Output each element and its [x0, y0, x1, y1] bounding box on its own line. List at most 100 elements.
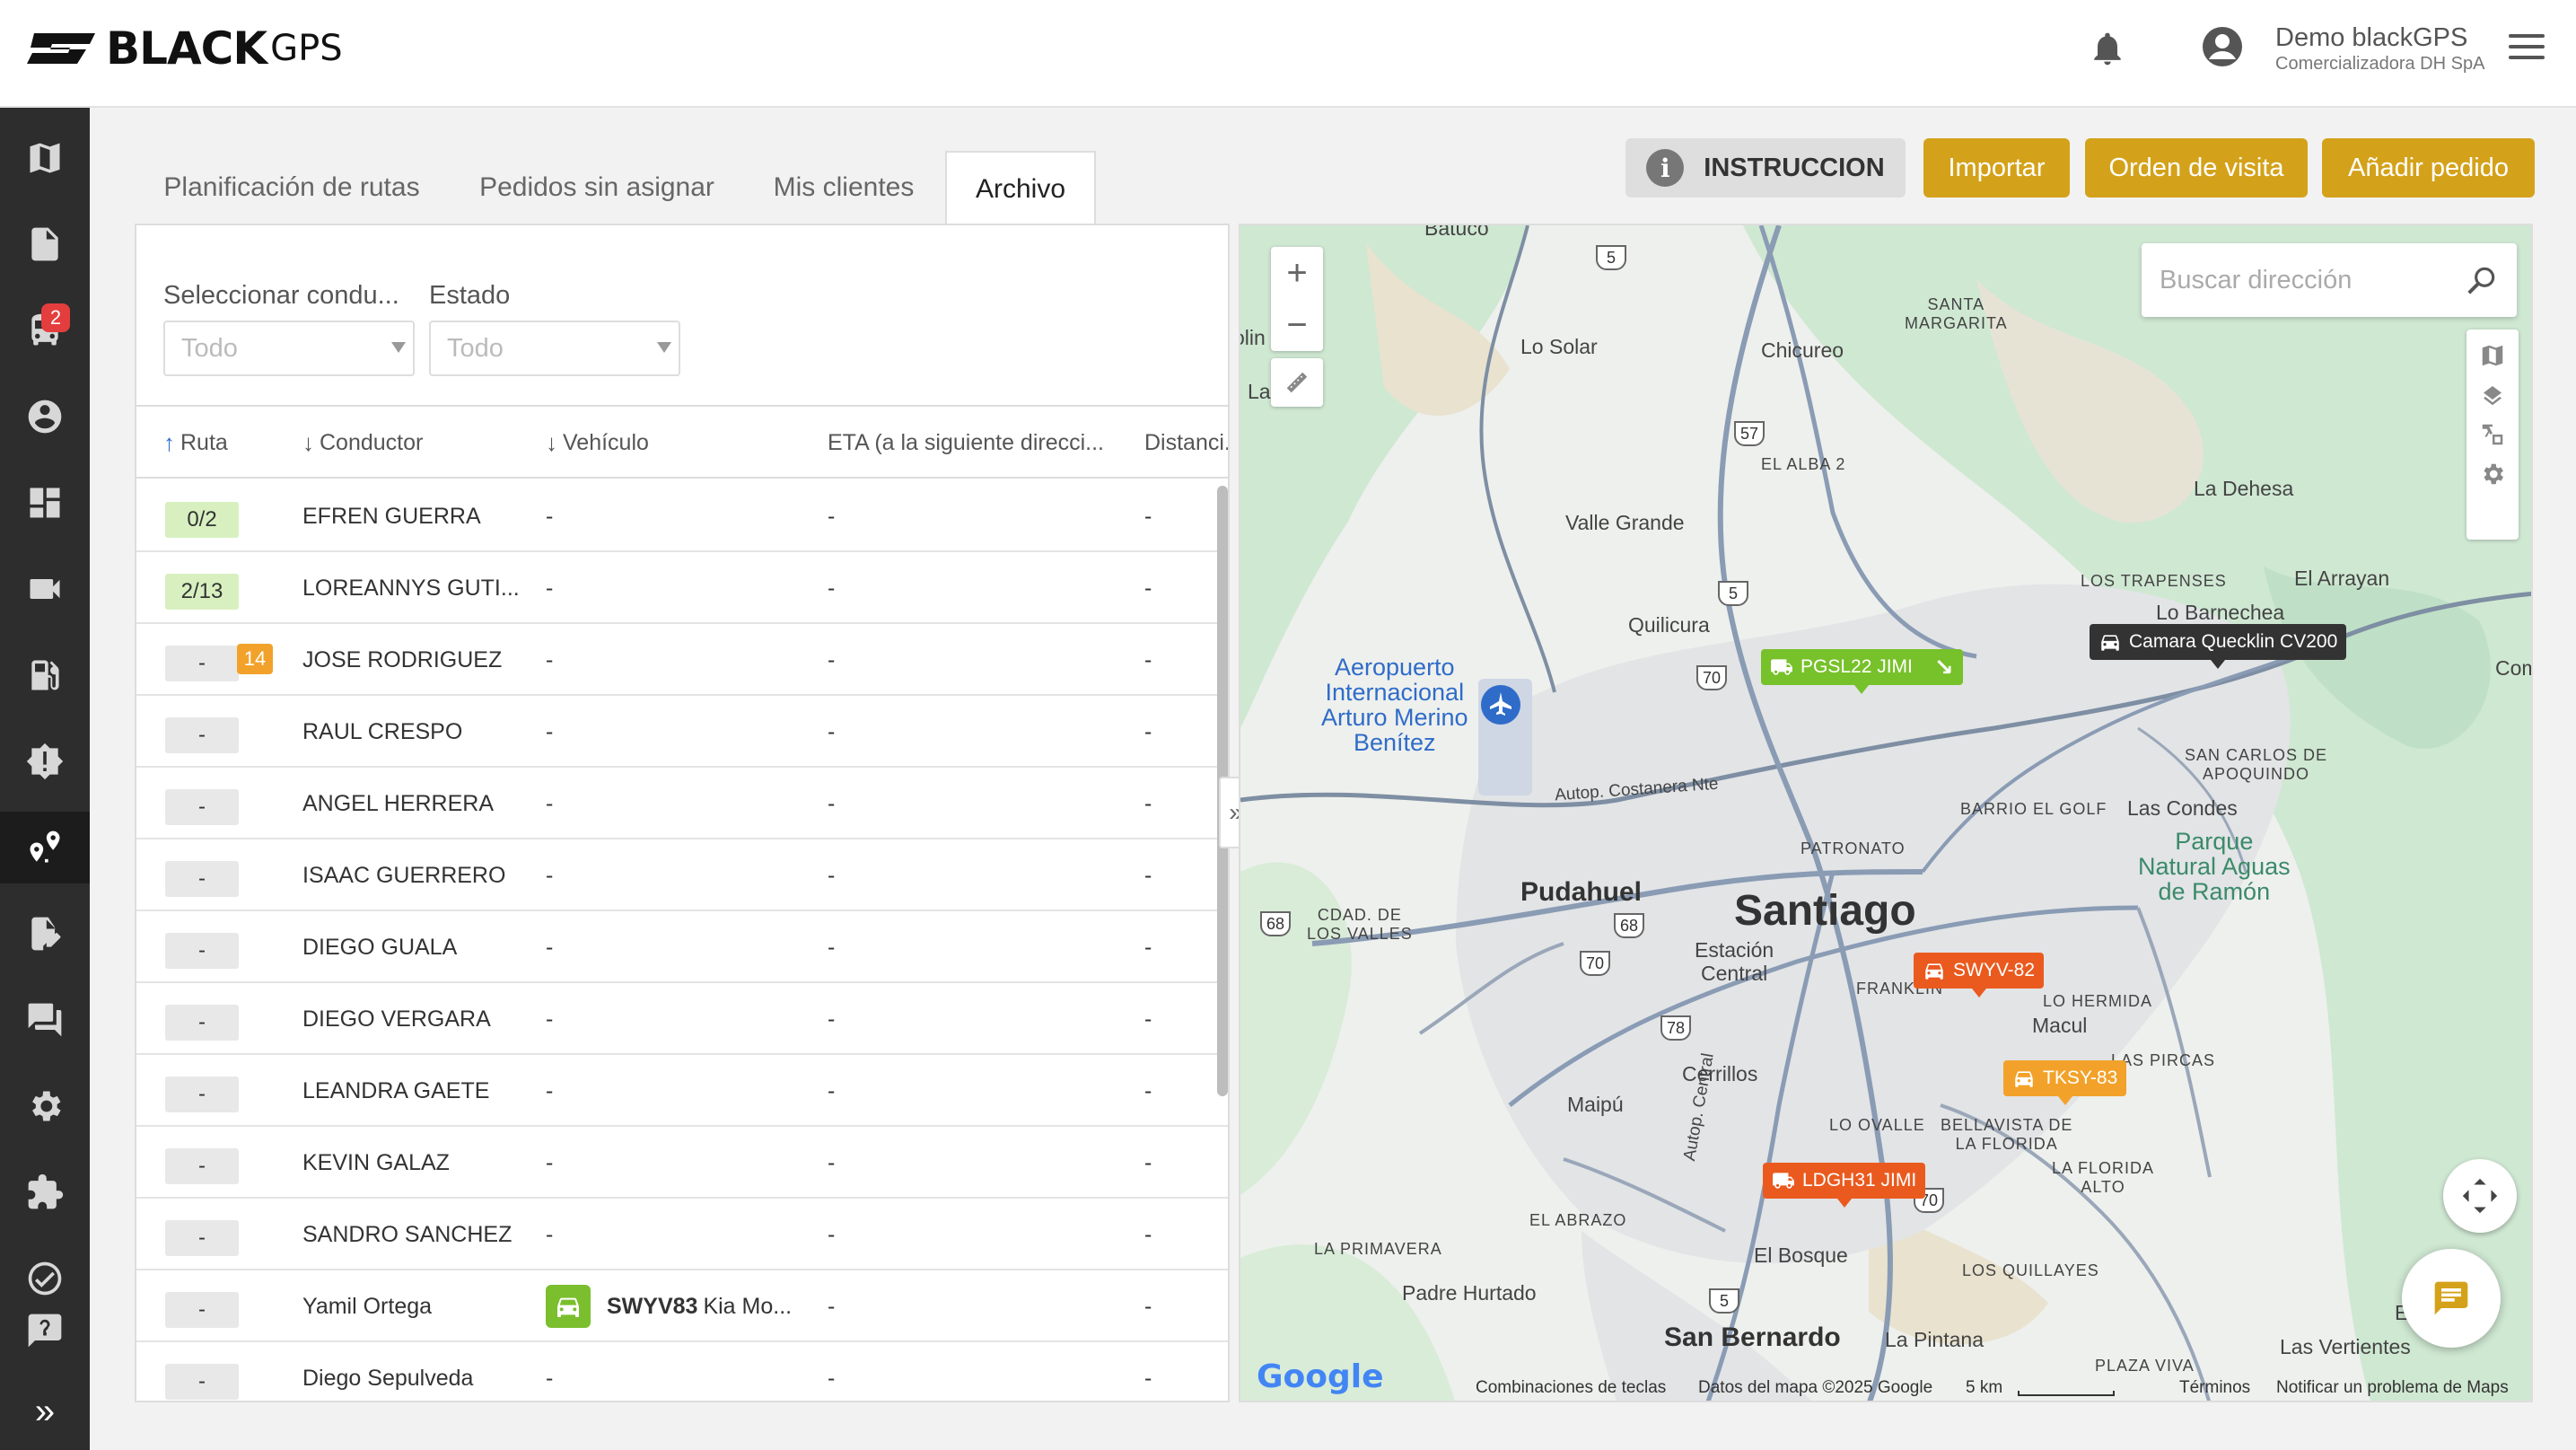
column-eta[interactable]: ETA (a la siguiente direcci... [828, 407, 1124, 479]
table-row[interactable]: - Diego Sepulveda - - - [136, 1342, 1228, 1401]
driver-name: DIEGO GUALA [302, 934, 458, 960]
table-row[interactable]: -14 JOSE RODRIGUEZ - - - [136, 624, 1228, 696]
sidebar-item-plugins[interactable] [0, 1156, 90, 1228]
sidebar-item-map[interactable] [0, 122, 90, 194]
vehicle-cell[interactable]: SWYV83 Kia Mo... [546, 1270, 815, 1342]
sidebar-item-video[interactable] [0, 553, 90, 625]
table-row[interactable]: - Yamil Ortega SWYV83 Kia Mo... - - [136, 1270, 1228, 1342]
chat-bubble-icon [2434, 1281, 2468, 1315]
vehicle-cell: - [546, 1221, 554, 1247]
table-row[interactable]: - DIEGO GUALA - - - [136, 911, 1228, 983]
sidebar-item-users[interactable] [0, 381, 90, 453]
sidebar-item-documents[interactable] [0, 208, 90, 280]
status-filter-select[interactable]: Todo [429, 321, 680, 376]
distance-cell: - [1144, 1365, 1152, 1391]
support-chat-button[interactable] [2402, 1249, 2501, 1348]
table-row[interactable]: - KEVIN GALAZ - - - [136, 1127, 1228, 1199]
eta-cell: - [828, 503, 836, 529]
map-label-ciudad-valles: CDAD. DE LOS VALLES [1307, 906, 1413, 943]
vehicle-cell: - [546, 718, 554, 744]
map-type-icon[interactable] [2479, 342, 2506, 369]
map-scale-label: 5 km [1966, 1378, 2003, 1397]
address-search-input[interactable]: Buscar dirección [2142, 243, 2517, 317]
highway-shield-icon: 5 [1596, 245, 1626, 270]
status-filter-label: Estado [429, 281, 511, 310]
import-button[interactable]: Importar [1923, 138, 2070, 198]
vehicle-marker-tksy83[interactable]: TKSY-83 [2003, 1060, 2127, 1105]
car-icon [2101, 635, 2119, 651]
column-driver[interactable]: ↓ Conductor [302, 407, 527, 479]
layers-icon[interactable] [2479, 382, 2506, 409]
sidebar-item-alerts[interactable] [0, 725, 90, 797]
user-avatar-icon[interactable] [2201, 25, 2244, 68]
visit-order-button[interactable]: Orden de visita [2085, 138, 2308, 198]
sidebar-item-forms[interactable] [0, 898, 90, 970]
column-distance[interactable]: Distanci... [1144, 407, 1228, 479]
vehicle-marker-ldgh31[interactable]: LDGH31 JIMI [1763, 1163, 1926, 1208]
tab-archive[interactable]: Archivo [945, 151, 1096, 226]
map-settings-icon[interactable] [2479, 461, 2506, 488]
report-problem-link[interactable]: Notificar un problema de Maps [2276, 1378, 2509, 1398]
sidebar-item-help[interactable] [0, 1295, 90, 1367]
map-label-las-vertientes: Las Vertientes [2280, 1335, 2411, 1358]
terms-link[interactable]: Términos [2179, 1378, 2250, 1398]
driver-filter-select[interactable]: Todo [163, 321, 415, 376]
fuel-icon [31, 660, 59, 690]
recenter-arrows-icon [2462, 1178, 2498, 1214]
sidebar-item-vehicles[interactable]: 2 [0, 294, 90, 366]
sidebar-item-routes[interactable] [0, 812, 90, 883]
map-label-santiago: Santiago [1734, 887, 1916, 935]
sidebar-item-fuel[interactable] [0, 639, 90, 711]
sidebar-item-settings[interactable] [0, 1070, 90, 1142]
zoom-out-button[interactable]: − [1271, 299, 1323, 351]
table-row[interactable]: - SANDRO SANCHEZ - - - [136, 1199, 1228, 1270]
sidebar-item-dashboard[interactable] [0, 467, 90, 539]
table-row[interactable]: - RAUL CRESPO - - - [136, 696, 1228, 768]
truck-icon [1771, 659, 1792, 675]
vehicle-marker-swyv82[interactable]: SWYV-82 [1914, 953, 2045, 997]
user-name[interactable]: Demo blackGPS [2275, 23, 2467, 53]
eta-cell: - [828, 1077, 836, 1103]
sidebar-item-messages[interactable] [0, 984, 90, 1056]
table-row[interactable]: - LEANDRA GAETE - - - [136, 1055, 1228, 1127]
column-vehicle[interactable]: ↓ Vehículo [546, 407, 770, 479]
zoom-in-button[interactable]: + [1271, 247, 1323, 299]
table-row[interactable]: - ANGEL HERRERA - - - [136, 768, 1228, 839]
vehicle-cell: - [546, 1006, 554, 1032]
sidebar: 2 [0, 108, 90, 1450]
pending-orders-badge: 14 [237, 644, 273, 674]
recenter-map-button[interactable] [2443, 1159, 2517, 1233]
table-row[interactable]: - ISAAC GUERRERO - - - [136, 839, 1228, 911]
expand-sidebar-chevron-icon[interactable]: » [0, 1374, 90, 1450]
plugin-icon [28, 1173, 64, 1209]
translate-icon[interactable] [2479, 421, 2506, 448]
map-label-lo-hermida: LO HERMIDA [2043, 992, 2153, 1010]
keyboard-shortcuts-link[interactable]: Combinaciones de teclas [1476, 1378, 1666, 1398]
instruction-button[interactable]: i INSTRUCCION [1625, 138, 1906, 198]
table-row[interactable]: - DIEGO VERGARA - - - [136, 983, 1228, 1055]
menu-hamburger-icon[interactable] [2509, 34, 2545, 65]
brand-logo[interactable]: BLACK GPS [25, 22, 343, 75]
distance-cell: - [1144, 646, 1152, 672]
vehicle-marker-camara[interactable]: Camara Quecklin CV200 [2090, 624, 2347, 669]
table-row[interactable]: 0/2 EFREN GUERRA - - - [136, 480, 1228, 552]
map-icon [30, 143, 60, 173]
distance-cell: - [1144, 1006, 1152, 1032]
notifications-bell-icon[interactable] [2088, 27, 2127, 70]
driver-filter-label: Seleccionar condu... [163, 281, 399, 310]
add-order-button[interactable]: Añadir pedido [2322, 138, 2535, 198]
map-label-barrio-golf: BARRIO EL GOLF [1960, 800, 2107, 818]
eta-cell: - [828, 1365, 836, 1391]
tab-unassigned-orders[interactable]: Pedidos sin asignar [458, 151, 736, 224]
distance-cell: - [1144, 934, 1152, 960]
vehicle-marker-pgsl22[interactable]: PGSL22 JIMI ↘ [1761, 649, 1963, 694]
vehicle-marker-label: TKSY-83 [2043, 1068, 2118, 1088]
map-view[interactable]: Batuco olin La Lo Solar Chicureo SANTA M… [1239, 224, 2533, 1402]
column-route[interactable]: ↑ Ruta [163, 407, 289, 479]
driver-name: LOREANNYS GUTI... [302, 575, 520, 601]
table-row[interactable]: 2/13 LOREANNYS GUTI... - - - [136, 552, 1228, 624]
map-scale-bar [2018, 1391, 2115, 1396]
tab-my-clients[interactable]: Mis clientes [754, 151, 933, 224]
tab-route-planning[interactable]: Planificación de rutas [135, 151, 449, 224]
ruler-button[interactable] [1271, 358, 1323, 407]
